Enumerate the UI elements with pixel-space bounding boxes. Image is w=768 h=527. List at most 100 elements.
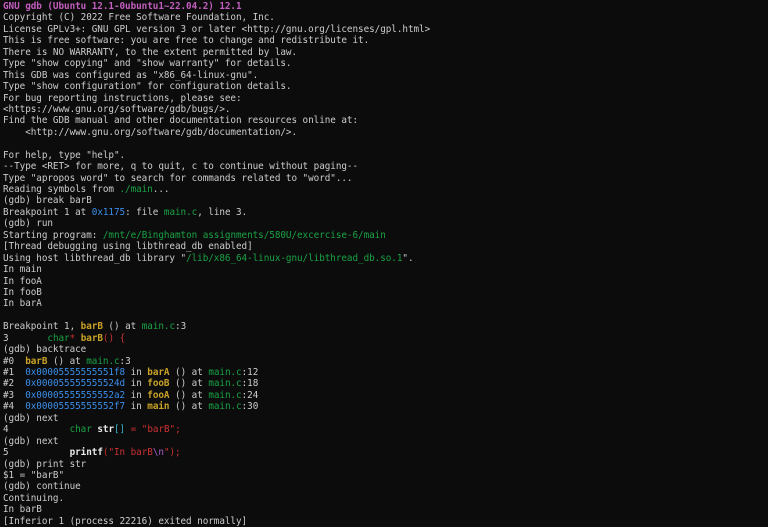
terminal-line: #3 0x00005555555552a2 in fooA () at main…: [3, 390, 768, 401]
terminal-output: GNU gdb (Ubuntu 12.1-0ubuntu1~22.04.2) 1…: [3, 1, 768, 527]
terminal-line: 3 char* barB() {: [3, 333, 768, 344]
terminal-text-segment: fooA: [147, 389, 170, 401]
terminal-text-segment: #4: [3, 401, 26, 413]
terminal-text-segment: Type "show copying" and "show warranty" …: [3, 58, 292, 70]
terminal-text-segment: {: [119, 332, 126, 344]
terminal-text-segment: main.c: [208, 401, 242, 413]
terminal-text-segment: This GDB was configured as "x86_64-linux…: [3, 69, 259, 81]
terminal-text-segment: );: [169, 447, 181, 459]
terminal-line: $1 = "barB": [3, 470, 768, 481]
terminal-line: Reading symbols from ./main...: [3, 184, 768, 195]
terminal-text-segment: 0x00005555555552f7: [25, 401, 126, 413]
terminal-line: For help, type "help".: [3, 150, 768, 161]
terminal-text-segment: :12: [241, 367, 259, 378]
terminal-line: Find the GDB manual and other documentat…: [3, 115, 768, 126]
terminal-text-segment: License GPLv3+: GNU GPL version 3 or lat…: [3, 23, 431, 35]
terminal-text-segment: 3: [3, 332, 48, 344]
terminal-line: 4 char str[] = "barB";: [3, 424, 768, 435]
terminal-line: <https://www.gnu.org/software/gdb/bugs/>…: [3, 104, 768, 115]
terminal-text-segment: in: [125, 378, 148, 390]
terminal-text-segment: 0x00005555555551f8: [25, 367, 126, 378]
terminal-text-segment: Breakpoint 1,: [3, 321, 81, 333]
terminal-line: #2 0x000055555555524d in fooB () at main…: [3, 378, 768, 389]
terminal-text-segment: Reading symbols from: [3, 184, 120, 195]
terminal-text-segment: barB: [25, 355, 48, 367]
terminal-text-segment: 4: [3, 424, 70, 436]
terminal-text-segment: There is NO WARRANTY, to the extent perm…: [3, 46, 298, 58]
terminal-text-segment: Using host libthread_db library ": [3, 252, 187, 264]
terminal-text-segment: "barB": [141, 424, 176, 436]
terminal-line: GNU gdb (Ubuntu 12.1-0ubuntu1~22.04.2) 1…: [3, 1, 768, 12]
terminal-text-segment: <https://www.gnu.org/software/gdb/bugs/>…: [3, 103, 231, 115]
terminal-line: #4 0x00005555555552f7 in main () at main…: [3, 401, 768, 412]
terminal-line: In barB: [3, 504, 768, 515]
terminal-text-segment: in: [125, 367, 148, 378]
gdb-terminal[interactable]: GNU gdb (Ubuntu 12.1-0ubuntu1~22.04.2) 1…: [0, 0, 768, 527]
terminal-text-segment: In fooA: [3, 275, 42, 287]
terminal-line: (gdb) print str: [3, 459, 768, 470]
terminal-text-segment: char: [69, 424, 92, 436]
terminal-line: --Type <RET> for more, q to quit, c to c…: [3, 161, 768, 172]
terminal-text-segment: :30: [241, 401, 259, 413]
terminal-text-segment: #2: [3, 378, 26, 390]
terminal-text-segment: () at: [47, 355, 87, 367]
terminal-text-segment: char: [47, 332, 70, 344]
terminal-text-segment: In main: [3, 264, 42, 276]
terminal-text-segment: Type "apropos word" to search for comman…: [3, 172, 353, 184]
terminal-line: Type "show copying" and "show warranty" …: [3, 58, 768, 69]
terminal-text-segment: In fooB: [3, 286, 42, 298]
terminal-text-segment: 0x1175: [91, 206, 126, 218]
terminal-text-segment: Copyright (C) 2022 Free Software Foundat…: [3, 12, 275, 24]
terminal-text-segment: 5: [3, 447, 70, 459]
terminal-text-segment: (gdb) run: [3, 218, 53, 230]
terminal-line: [Inferior 1 (process 22216) exited norma…: [3, 516, 768, 527]
terminal-line: 5 printf("In barB\n");: [3, 447, 768, 458]
terminal-text-segment: , line 3.: [197, 206, 248, 218]
terminal-text-segment: in: [125, 389, 148, 401]
terminal-text-segment: Continuing.: [3, 492, 65, 504]
terminal-text-segment: main: [147, 401, 170, 413]
terminal-line: Breakpoint 1 at 0x1175: file main.c, lin…: [3, 207, 768, 218]
terminal-line: (gdb) next: [3, 436, 768, 447]
terminal-text-segment: #0: [3, 355, 26, 367]
terminal-line: <http://www.gnu.org/software/gdb/documen…: [3, 127, 768, 138]
terminal-text-segment: For bug reporting instructions, please s…: [3, 92, 242, 104]
terminal-text-segment: in: [125, 401, 148, 413]
terminal-line: #0 barB () at main.c:3: [3, 356, 768, 367]
terminal-line: (gdb) break barB: [3, 195, 768, 206]
terminal-line: In fooB: [3, 287, 768, 298]
terminal-text-segment: : file: [125, 206, 164, 218]
terminal-text-segment: :3: [175, 321, 187, 333]
terminal-line: Using host libthread_db library "/lib/x8…: [3, 253, 768, 264]
terminal-text-segment: (gdb) print str: [3, 458, 87, 470]
terminal-line: Continuing.: [3, 493, 768, 504]
terminal-text-segment: #3: [3, 389, 26, 401]
terminal-text-segment: barB: [80, 332, 103, 344]
terminal-text-segment: () at: [169, 367, 209, 378]
terminal-text-segment: ;: [175, 424, 181, 436]
terminal-text-segment: printf: [69, 447, 103, 459]
terminal-line: Starting program: /mnt/e/Binghamton assi…: [3, 230, 768, 241]
terminal-text-segment: ".: [402, 252, 414, 264]
terminal-text-segment: :24: [241, 389, 259, 401]
terminal-line: Copyright (C) 2022 Free Software Foundat…: [3, 12, 768, 23]
terminal-line: This GDB was configured as "x86_64-linux…: [3, 70, 768, 81]
terminal-line: Type "apropos word" to search for comman…: [3, 173, 768, 184]
terminal-text-segment: In barB: [3, 504, 42, 516]
terminal-line: [Thread debugging using libthread_db ena…: [3, 241, 768, 252]
terminal-text-segment: 0x000055555555524d: [25, 378, 126, 390]
terminal-text-segment: <http://www.gnu.org/software/gdb/documen…: [3, 126, 298, 138]
terminal-line: Breakpoint 1, barB () at main.c:3: [3, 321, 768, 332]
terminal-line: (gdb) next: [3, 413, 768, 424]
terminal-text-segment: () at: [102, 321, 142, 333]
terminal-text-segment: main.c: [86, 355, 120, 367]
terminal-line: In fooA: [3, 276, 768, 287]
terminal-text-segment: main.c: [208, 389, 242, 401]
terminal-text-segment: main.c: [141, 321, 176, 333]
terminal-text-segment: main.c: [208, 367, 242, 378]
terminal-text-segment: --Type <RET> for more, q to quit, c to c…: [3, 161, 359, 173]
terminal-text-segment: $1 = "barB": [3, 469, 65, 481]
terminal-text-segment: () at: [169, 401, 209, 413]
terminal-text-segment: (gdb) break barB: [3, 195, 92, 207]
